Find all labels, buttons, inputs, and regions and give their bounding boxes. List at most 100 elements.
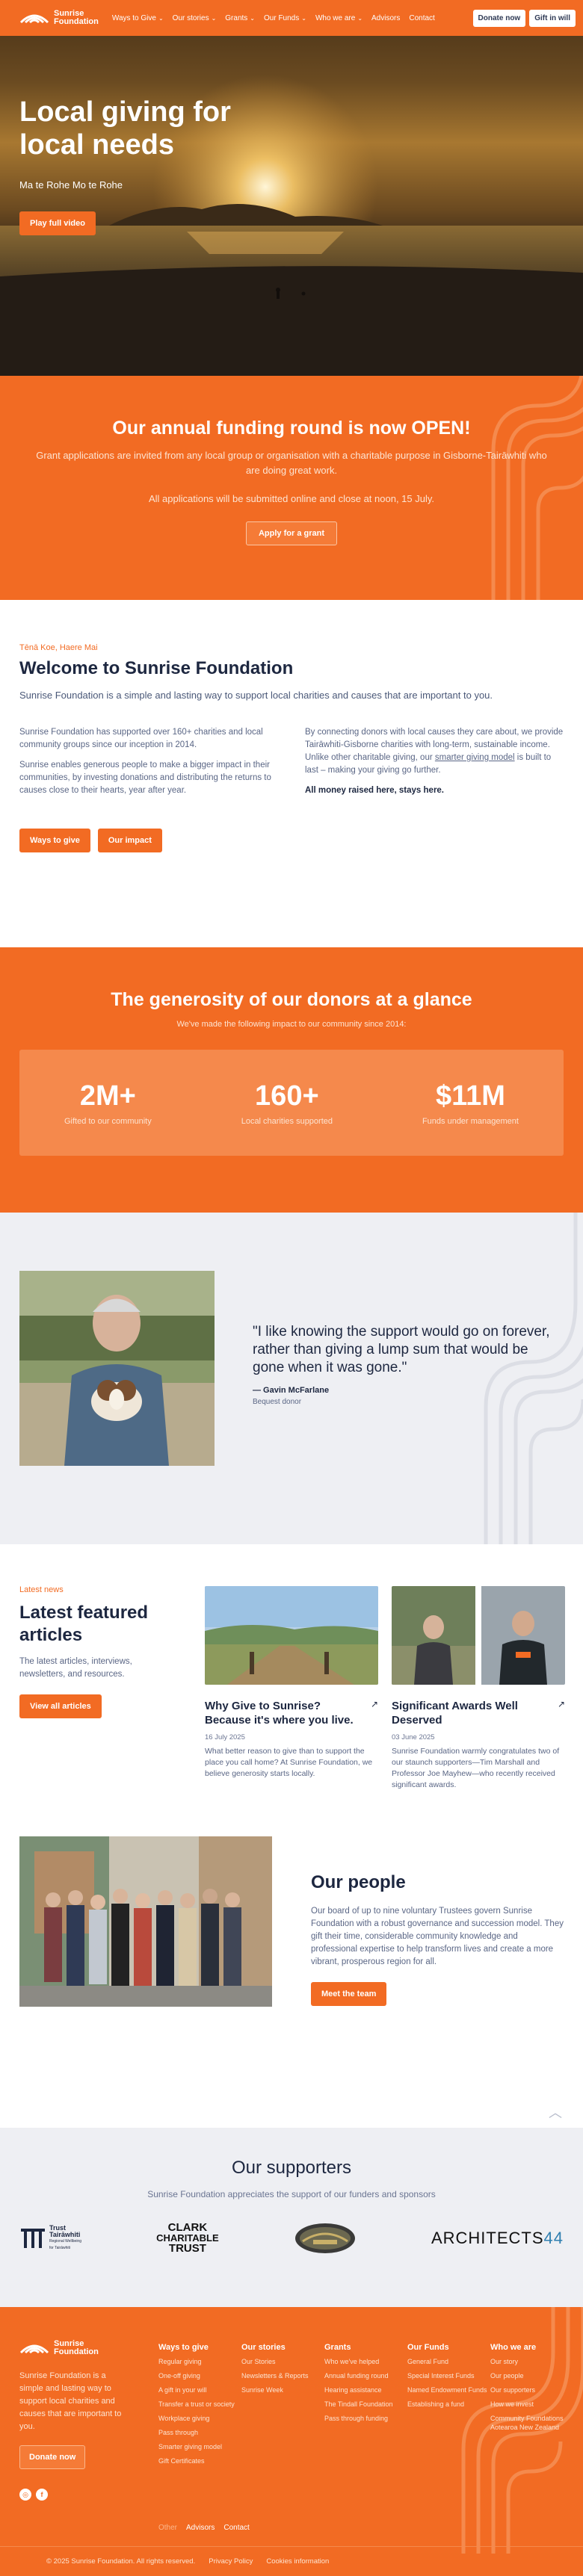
trustees-group-photo	[19, 1836, 272, 2007]
chevron-down-icon: ⌄	[357, 14, 363, 22]
footer-link[interactable]: Pass through	[158, 2428, 241, 2437]
footer-col-our-stories: Our stories Our Stories Newsletters & Re…	[241, 2343, 324, 2465]
article-card[interactable]: Significant Awards Well Deserved ↗ 03 Ju…	[392, 1586, 565, 1791]
footer-link[interactable]: Who we've helped	[324, 2357, 407, 2366]
view-all-articles-button[interactable]: View all articles	[19, 1694, 102, 1718]
chevron-down-icon: ⌄	[250, 14, 255, 22]
funding-title: Our annual funding round is now OPEN!	[112, 418, 471, 439]
logo-text: Sunrise Foundation	[54, 2339, 99, 2356]
footer-link[interactable]: Establishing a fund	[407, 2400, 490, 2409]
chevron-down-icon: ⌄	[211, 14, 217, 22]
people-text: Our board of up to nine voluntary Truste…	[311, 1907, 564, 1966]
sunrise-logo-icon	[19, 14, 49, 24]
site-footer: Sunrise Foundation Sunrise Foundation is …	[0, 2307, 583, 2576]
footer-link[interactable]: Special Interest Funds	[407, 2371, 490, 2380]
stat-label: Local charities supported	[241, 1116, 333, 1126]
footer-link[interactable]: Our Stories	[241, 2357, 324, 2366]
footer-link[interactable]: General Fund	[407, 2357, 490, 2366]
footer-other-links: Other Advisors Contact	[158, 2524, 250, 2532]
footer-donate-button[interactable]: Donate now	[19, 2445, 86, 2469]
stats-subtitle: We've made the following impact to our c…	[176, 1020, 407, 1029]
scroll-to-top-icon[interactable]: ︿	[549, 2102, 562, 2122]
donate-now-button[interactable]: Donate now	[472, 9, 526, 27]
nav-advisors[interactable]: Advisors	[371, 14, 400, 22]
footer-link[interactable]: Pass through funding	[324, 2414, 407, 2423]
footer-link[interactable]: Our story	[490, 2357, 573, 2366]
footer-link[interactable]: Workplace giving	[158, 2414, 241, 2423]
footer-link[interactable]: Sunrise Week	[241, 2385, 324, 2394]
footer-bottom-bar: © 2025 Sunrise Foundation. All rights re…	[0, 2546, 583, 2576]
chevron-down-icon: ⌄	[301, 14, 306, 22]
gift-in-will-button[interactable]: Gift in will	[529, 9, 576, 27]
footer-advisors-link[interactable]: Advisors	[186, 2524, 215, 2532]
footer-link[interactable]: The Tindall Foundation	[324, 2400, 407, 2409]
ways-to-give-button[interactable]: Ways to give	[19, 829, 90, 852]
footer-link[interactable]: Our people	[490, 2371, 573, 2380]
our-impact-button[interactable]: Our impact	[97, 829, 162, 852]
welcome-text-2: Sunrise enables generous people to make …	[19, 761, 271, 795]
article-date: 16 July 2025	[205, 1733, 245, 1741]
footer-link[interactable]: A gift in your will	[158, 2385, 241, 2394]
welcome-text-1: Sunrise Foundation has supported over 16…	[19, 728, 263, 749]
footer-link[interactable]: Gift Certificates	[158, 2456, 241, 2465]
chevron-down-icon: ⌄	[158, 14, 164, 22]
instagram-icon[interactable]: ◎	[19, 2489, 31, 2501]
testimonial-section: "I like knowing the support would go on …	[0, 1213, 583, 1544]
stat-value: 160+	[255, 1080, 319, 1112]
article-excerpt: What better reason to give than to suppo…	[205, 1747, 373, 1778]
footer-link[interactable]: Transfer a trust or society	[158, 2400, 241, 2409]
stat-label: Funds under management	[422, 1116, 519, 1126]
facebook-icon[interactable]: f	[36, 2489, 48, 2501]
impact-stats-section: The generosity of our donors at a glance…	[0, 947, 583, 1213]
donor-photo	[19, 1271, 215, 1466]
nav-who-we-are[interactable]: Who we are ⌄	[315, 14, 363, 22]
article-image	[392, 1586, 565, 1685]
privacy-policy-link[interactable]: Privacy Policy	[209, 2557, 253, 2566]
trust-tairawhiti-logo: Trust Tairāwhiti Regional Wellbeing for …	[19, 2225, 81, 2252]
footer-col-grants: Grants Who we've helped Annual funding r…	[324, 2343, 407, 2465]
footer-link[interactable]: Regular giving	[158, 2357, 241, 2366]
nav-grants[interactable]: Grants ⌄	[225, 14, 255, 22]
cookies-link[interactable]: Cookies information	[266, 2557, 329, 2566]
people-title: Our people	[311, 1872, 406, 1892]
nav-contact[interactable]: Contact	[409, 14, 434, 22]
footer-link[interactable]: Newsletters & Reports	[241, 2371, 324, 2380]
footer-link[interactable]: Smarter giving model	[158, 2442, 241, 2451]
articles-desc: The latest articles, interviews, newslet…	[19, 1657, 132, 1679]
footer-link[interactable]: Our supporters	[490, 2385, 573, 2394]
nav-links: Ways to Give ⌄ Our stories ⌄ Grants ⌄ Our F…	[112, 14, 473, 22]
quote-role: Bequest donor	[253, 1398, 302, 1406]
article-card[interactable]: Why Give to Sunrise? Because it's where …	[205, 1586, 378, 1780]
apply-grant-button[interactable]: Apply for a grant	[245, 521, 337, 545]
nav-our-funds[interactable]: Our Funds ⌄	[264, 14, 306, 22]
welcome-tagline: All money raised here, stays here.	[305, 786, 445, 795]
footer-contact-link[interactable]: Contact	[223, 2524, 249, 2532]
nav-our-stories[interactable]: Our stories ⌄	[173, 14, 217, 22]
arrow-up-right-icon: ↗	[370, 1699, 378, 1709]
footer-link[interactable]: One-off giving	[158, 2371, 241, 2380]
funding-deadline: All applications will be submitted onlin…	[148, 493, 435, 504]
stat-item: 160+ Local charities supported	[241, 1080, 333, 1126]
articles-kicker: Latest news	[19, 1585, 64, 1594]
article-date: 03 June 2025	[392, 1733, 435, 1741]
article-title: Why Give to Sunrise? Because it's where …	[205, 1700, 354, 1727]
meet-the-team-button[interactable]: Meet the team	[311, 1982, 387, 2006]
nav-ways-to-give[interactable]: Ways to Give ⌄	[112, 14, 164, 22]
arrow-up-right-icon: ↗	[557, 1699, 565, 1709]
sunrise-logo-icon	[19, 2344, 49, 2354]
footer-link[interactable]: Named Endowment Funds	[407, 2385, 490, 2394]
smarter-giving-link[interactable]: smarter giving model	[435, 753, 515, 762]
supporters-subtitle: Sunrise Foundation appreciates the suppo…	[147, 2189, 436, 2199]
footer-link[interactable]: Annual funding round	[324, 2371, 407, 2380]
supporters-title: Our supporters	[231, 2158, 352, 2178]
footer-logo[interactable]: Sunrise Foundation	[19, 2340, 132, 2356]
funding-round-banner: Our annual funding round is now OPEN! Gr…	[0, 376, 583, 600]
footer-link[interactable]: Community Foundations Aotearoa New Zeala…	[490, 2414, 573, 2432]
footer-link[interactable]: Hearing assistance	[324, 2385, 407, 2394]
play-video-button[interactable]: Play full video	[19, 211, 96, 235]
footer-columns: Ways to give Regular giving One-off givi…	[158, 2343, 573, 2465]
footer-link[interactable]: How we invest	[490, 2400, 573, 2409]
footer-col-who-we-are: Who we are Our story Our people Our supp…	[490, 2343, 573, 2465]
footer-col-our-funds: Our Funds General Fund Special Interest …	[407, 2343, 490, 2465]
site-logo[interactable]: Sunrise Foundation	[19, 10, 99, 26]
